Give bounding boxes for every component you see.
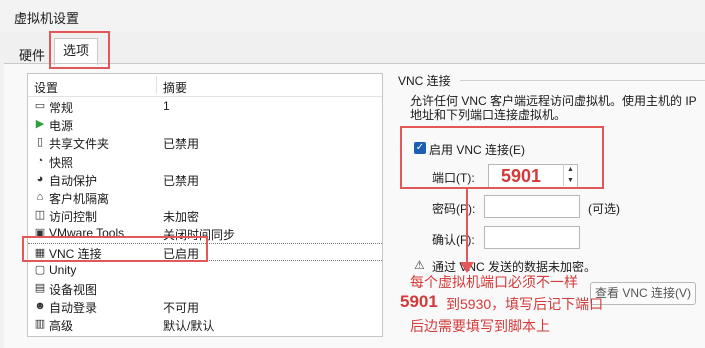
list-item-summary: 已禁用	[163, 137, 200, 152]
list-item[interactable]: ☻ 自动登录 不可用	[28, 297, 382, 315]
list-item[interactable]: ▢ Unity	[28, 261, 382, 279]
list-item-label: 电源	[49, 119, 74, 134]
list-item-summary: 未加密	[163, 210, 200, 225]
list-item[interactable]: ▯ 共享文件夹 已禁用	[28, 133, 382, 151]
autoprotect-icon: ◕	[36, 172, 44, 185]
list-item-summary: 已禁用	[163, 173, 200, 188]
title-bar: 虚拟机设置	[0, 0, 705, 32]
header-setting: 设置	[34, 81, 59, 95]
list-item-label: 高级	[49, 319, 74, 334]
list-item-label: 设备视图	[49, 283, 98, 297]
list-item[interactable]: ▥ 高级 默认/默认	[28, 315, 382, 333]
shared-folder-icon: ▯	[36, 136, 44, 149]
list-item-summary: 1	[163, 99, 170, 113]
optional-label: (可选)	[588, 202, 620, 216]
vnc-description: 允许任何 VNC 客户端远程访问虚拟机。使用主机的 IP 地址和下列端口连接虚拟…	[410, 94, 697, 122]
list-item-label: 自动登录	[49, 301, 98, 316]
password-label: 密码(P):	[432, 202, 476, 216]
confirm-input[interactable]	[484, 226, 580, 249]
list-item[interactable]: ◔ 快照	[28, 152, 382, 170]
unity-icon: ▢	[34, 263, 46, 276]
annotation-line2-rest: 到5930，填写后记下端口	[446, 296, 604, 312]
tab-hardware[interactable]: 硬件	[13, 44, 51, 68]
view-vnc-button[interactable]: 查看 VNC 连接(V)	[590, 282, 696, 305]
annotation-line3: 后边需要填写到脚本上	[410, 318, 550, 334]
header-summary: 摘要	[163, 81, 188, 95]
settings-list[interactable]: 设置 摘要 ▭ 常规 1 ▶ 电源 ▯ 共享文件夹 已禁用 ◔ 快照 ◕ 自动保护 已禁用 ⌂ 客户机隔离 ◫…	[27, 73, 383, 337]
list-item[interactable]: ◫ 访问控制 未加密	[28, 206, 382, 224]
list-item-label: 共享文件夹	[49, 137, 110, 152]
list-item[interactable]: ▭ 常规 1	[28, 97, 382, 115]
options-tab-highlight	[49, 31, 110, 69]
group-divider	[460, 80, 705, 81]
annotation-arrow	[466, 189, 468, 271]
window-title: 虚拟机设置	[14, 11, 80, 26]
general-icon: ▭	[34, 100, 46, 112]
list-item[interactable]: ▤ 设备视图	[28, 279, 382, 297]
access-control-icon: ◫	[34, 209, 46, 222]
list-item[interactable]: ▶ 电源	[28, 115, 382, 133]
list-item-summary: 不可用	[163, 301, 200, 316]
power-icon: ▶	[35, 118, 45, 131]
list-item-label: 快照	[49, 155, 74, 170]
annotation-line2-port: 5901	[400, 292, 438, 311]
autologin-icon: ☻	[34, 300, 46, 313]
list-item-label: 自动保护	[49, 173, 98, 188]
list-item[interactable]: ◕ 自动保护 已禁用	[28, 170, 382, 188]
vnc-enable-highlight	[400, 126, 604, 189]
list-item-label: 访问控制	[49, 210, 98, 225]
list-item[interactable]: ⌂ 客户机隔离	[28, 188, 382, 206]
device-view-icon: ▤	[34, 282, 46, 294]
list-item-label: 常规	[49, 101, 74, 115]
list-header: 设置 摘要	[28, 74, 382, 97]
header-divider	[156, 76, 157, 94]
list-item-label: Unity	[49, 262, 77, 277]
vnc-row-highlight	[22, 236, 208, 262]
list-item-label: 客户机隔离	[49, 192, 110, 206]
lock-icon: ⌂	[36, 191, 44, 203]
password-input[interactable]	[484, 195, 580, 218]
confirm-label: 确认(F):	[432, 233, 475, 247]
vnc-group-title: VNC 连接	[398, 74, 451, 88]
advanced-icon: ▥	[34, 318, 46, 331]
list-item-summary: 默认/默认	[163, 319, 215, 334]
warning-icon: ⚠	[414, 258, 425, 272]
snapshot-icon: ◔	[36, 154, 44, 167]
annotation-line1: 每个虚拟机端口必须不一样	[410, 274, 578, 290]
